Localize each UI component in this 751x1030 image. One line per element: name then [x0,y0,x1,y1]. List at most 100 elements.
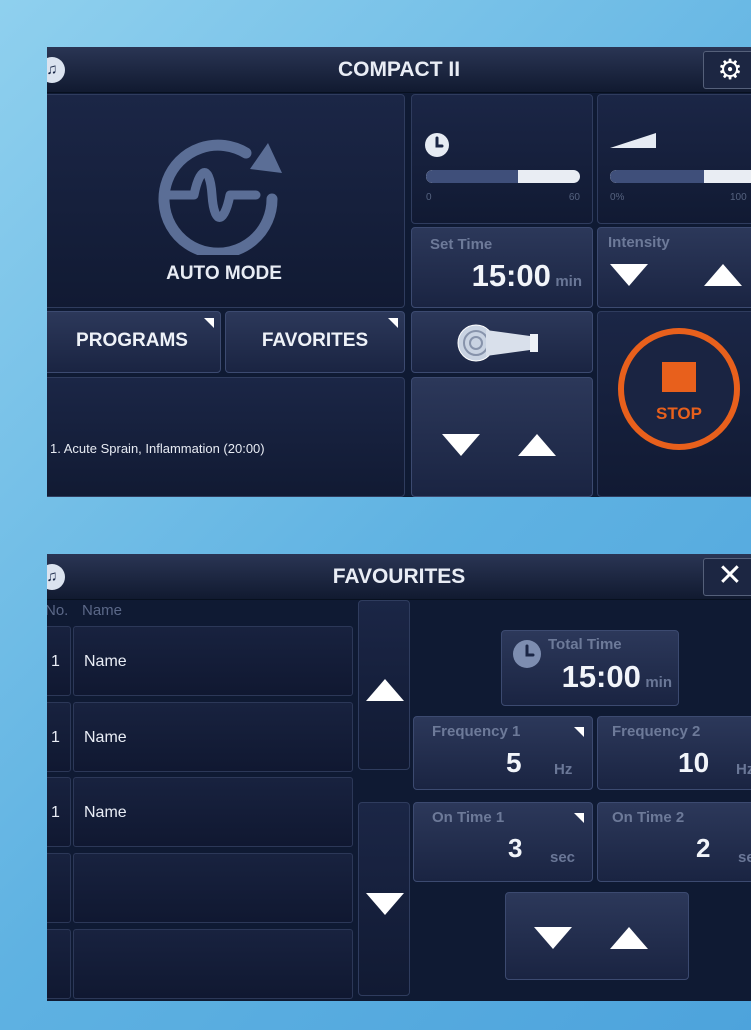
on-time-1-dropdown-indicator [574,813,584,823]
intensity-label: Intensity [608,234,670,251]
favorites-label: FAVORITES [261,330,369,351]
total-time-readout: 15:00 min [562,659,672,695]
list-item[interactable]: Name [73,777,353,847]
intensity-ramp-icon [610,133,656,148]
on-time-1-unit: sec [550,849,576,866]
list-item[interactable] [73,853,353,923]
compact-screen: ♫ COMPACT II ⚙ AUTO MODE 0 60 0% 100 Set… [47,47,751,497]
list-item[interactable]: Name [73,702,353,772]
set-time-readout: 15:00 min [472,258,582,294]
title-bar: ♫ COMPACT II ⚙ [47,47,751,93]
favorites-dropdown-indicator [388,318,398,328]
frequency-1-unit: Hz [554,761,573,778]
programs-dropdown-indicator [204,318,214,328]
intensity-tick-max: 100 [730,192,747,203]
list-item-no[interactable]: 1 [47,626,71,696]
frequency-1-dropdown-indicator [574,727,584,737]
timer-panel[interactable]: 0 60 [411,94,593,224]
intensity-increase-button[interactable] [704,264,742,286]
scroll-up-button[interactable] [358,600,410,770]
set-time-value: 15:00 [471,258,551,293]
favourites-screen: ♫ FAVOURITES ✕ No. Name 1 Name 1 Name 1 Name … [47,554,751,1001]
scroll-up-icon [366,679,404,701]
intensity-slider[interactable] [610,170,751,183]
scroll-down-icon [366,893,404,915]
frequency-2-button[interactable]: Frequency 2 10 Hz [597,716,751,790]
total-time-label: Total Time [548,636,622,653]
list-item[interactable] [73,929,353,999]
timer-tick-max: 60 [568,192,580,203]
timer-slider-fill [426,170,519,183]
frequency-2-unit: Hz [736,761,751,778]
program-text: 1. Acute Sprain, Inflammation (20:00) [50,441,265,456]
intensity-slider-fill [610,170,704,183]
row-number: 1 [51,653,60,670]
program-info-panel: 1. Acute Sprain, Inflammation (20:00) [47,377,405,497]
intensity-control[interactable]: Intensity [597,227,751,308]
stop-panel: STOP [597,311,751,497]
title-bar: ♫ FAVOURITES ✕ [47,554,751,600]
on-time-1-value: 3 [508,833,523,863]
list-item-no[interactable]: 1 [47,777,71,847]
list-item-no[interactable]: 1 [47,702,71,772]
timer-tick-min: 0 [426,192,432,203]
auto-mode-panel[interactable]: AUTO MODE [47,94,405,308]
applicator-head-icon [457,324,538,362]
programs-label: PROGRAMS [76,330,188,351]
auto-mode-label: AUTO MODE [166,263,282,284]
applicator-arrows [411,377,593,497]
header-name: Name [82,602,123,619]
frequency-1-label: Frequency 1 [432,723,521,740]
set-time-label: Set Time [430,236,493,253]
on-time-2-unit: sec [738,849,751,866]
stop-icon [662,362,696,392]
programs-button[interactable]: PROGRAMS [47,311,221,373]
list-item-no[interactable] [47,929,71,999]
set-time-unit: min [555,273,582,290]
frequency-2-label: Frequency 2 [612,723,701,740]
page-title: COMPACT II [337,58,461,81]
row-name: Name [84,729,127,746]
timer-slider[interactable] [426,170,580,183]
total-time-value: 15:00 [561,659,641,694]
stop-button[interactable]: STOP [618,328,740,450]
settings-button[interactable]: ⚙ [703,51,751,89]
on-time-2-button[interactable]: On Time 2 2 sec [597,802,751,882]
list-item-no[interactable] [47,853,71,923]
intensity-panel[interactable]: 0% 100 [597,94,751,224]
stop-label: STOP [656,404,702,423]
clock-icon [425,133,449,157]
on-time-2-value: 2 [696,833,711,863]
page-title: FAVOURITES [332,565,466,588]
intensity-decrease-button[interactable] [610,264,648,286]
on-time-1-label: On Time 1 [432,809,505,826]
frequency-1-button[interactable]: Frequency 1 5 Hz [413,716,593,790]
applicator-up-button[interactable] [518,434,556,456]
close-button[interactable]: ✕ [703,558,751,596]
row-name: Name [84,804,127,821]
row-name: Name [84,653,127,670]
auto-mode-icon [158,139,282,255]
frequency-1-value: 5 [506,747,522,778]
value-arrows [505,892,689,980]
value-decrease-button[interactable] [534,927,572,949]
row-number: 1 [51,804,60,821]
close-icon: ✕ [717,559,743,592]
applicator-button[interactable] [411,311,593,373]
total-time-unit: min [645,674,672,691]
scroll-down-button[interactable] [358,802,410,996]
header-no: No. [47,602,69,619]
value-increase-button[interactable] [610,927,648,949]
favorites-button[interactable]: FAVORITES [225,311,405,373]
total-time-button[interactable]: Total Time 15:00 min [501,630,679,706]
list-item[interactable]: Name [73,626,353,696]
row-number: 1 [51,729,60,746]
applicator-down-button[interactable] [442,434,480,456]
set-time-button[interactable]: Set Time 15:00 min [411,227,593,308]
frequency-2-value: 10 [678,747,710,778]
on-time-2-label: On Time 2 [612,809,685,826]
gear-icon: ⚙ [717,54,743,85]
on-time-1-button[interactable]: On Time 1 3 sec [413,802,593,882]
clock-icon [513,640,541,668]
intensity-tick-min: 0% [610,192,625,203]
